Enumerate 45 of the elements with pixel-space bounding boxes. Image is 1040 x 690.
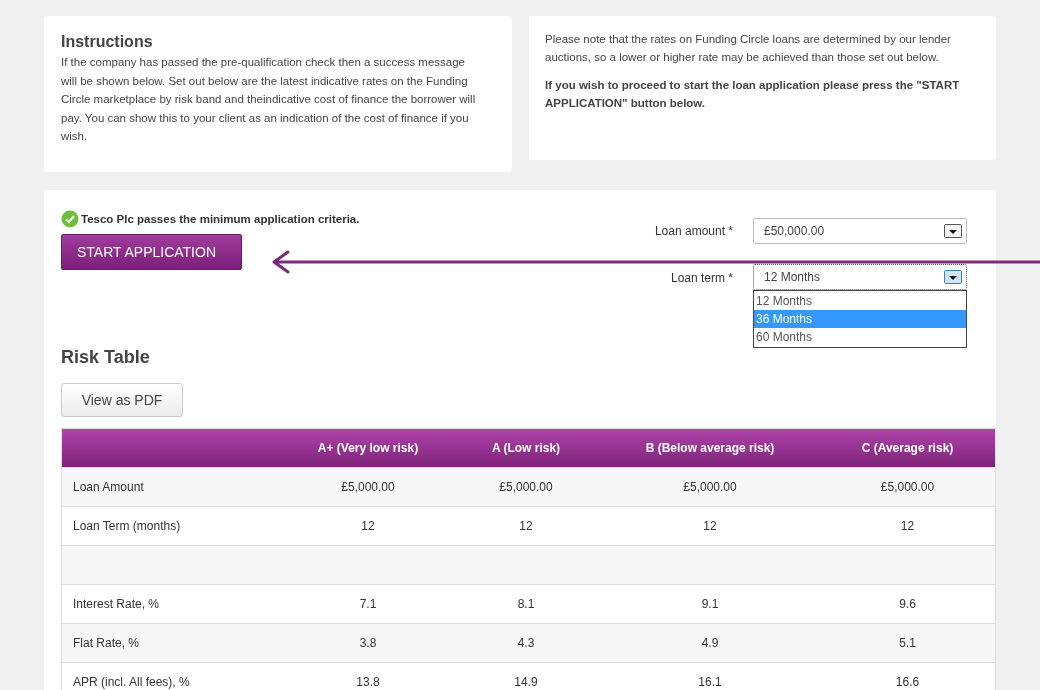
table-cell: 13.8: [356, 675, 380, 689]
loan-amount-select[interactable]: £50,000.00: [753, 218, 967, 244]
table-cell: 12: [703, 519, 717, 533]
table-cell: 12: [519, 519, 533, 533]
risk-table-title: Risk Table: [61, 346, 151, 369]
column-header: B (Below average risk): [645, 441, 775, 455]
note-text: Please note that the rates on Funding Circle loans are determined by our lender auctions, so a lower or higher rate may be achieved than those set out below.: [545, 32, 952, 65]
table-cell: £5,000.00: [683, 480, 737, 494]
row-label: Loan Amount: [73, 480, 144, 494]
table-cell: 12: [361, 519, 375, 533]
table-cell: £5,000.00: [880, 480, 935, 494]
dropdown-option[interactable]: 60 Months: [754, 328, 966, 346]
instructions-text: If the company has passed the pre-qualification check then a success message will be shown below. Set out below are the latest indicative rates on the Funding Circle marketplace by risk band and theindicative cost of finance the borrower will pay. You can show this to your client as an indication of the cost of finance if you wish.: [61, 55, 477, 144]
table-cell: 9.1: [701, 597, 719, 611]
table-cell: 12: [900, 519, 915, 533]
column-header: A+ (Very low risk): [317, 441, 419, 455]
table-cell: 8.1: [517, 597, 535, 611]
success-message: Tesco Plc passes the minimum application criteria.: [81, 211, 360, 227]
loan-amount-label: Loan amount *: [654, 223, 733, 240]
start-application-button[interactable]: START APPLICATION: [61, 234, 242, 270]
table-cell: 9.6: [899, 597, 916, 611]
column-header: C (Average risk): [861, 441, 954, 455]
row-label: Loan Term (months): [73, 519, 181, 533]
dropdown-option[interactable]: 12 Months: [754, 292, 966, 310]
caret-icon: [944, 270, 962, 284]
row-label: Interest Rate, %: [73, 597, 160, 611]
table-cell: 5.1: [899, 636, 916, 650]
view-pdf-button[interactable]: View as PDF: [61, 383, 183, 417]
instructions-title: Instructions: [61, 32, 154, 52]
table-cell: 3.8: [359, 636, 377, 650]
table-cell: £5,000.00: [499, 480, 553, 494]
caret-icon: [944, 224, 962, 238]
proceed-text: If you wish to proceed to start the loan application please press the "START APPLICATION" button below.: [545, 78, 961, 111]
table-cell: 4.3: [517, 636, 535, 650]
table-cell: 7.1: [359, 597, 377, 611]
table-cell: 4.9: [701, 636, 719, 650]
table-cell: £5,000.00: [341, 480, 395, 494]
table-cell: 14.9: [514, 675, 538, 689]
row-label: APR (incl. All fees), %: [73, 675, 190, 689]
loan-term-label: Loan term *: [670, 270, 733, 287]
check-icon: [61, 210, 79, 228]
column-header: A (Low risk): [491, 441, 561, 455]
table-cell: 16.1: [698, 675, 722, 689]
row-label: Flat Rate, %: [73, 636, 140, 650]
table-cell: 16.6: [895, 675, 920, 689]
